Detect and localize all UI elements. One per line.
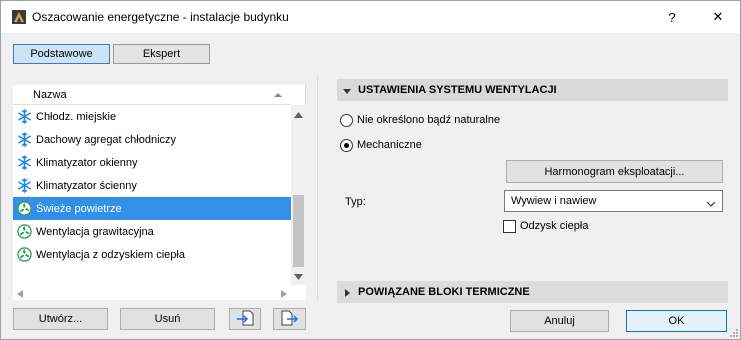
schedule-button[interactable]: Harmonogram eksploatacji... [506, 160, 723, 183]
sort-ascending-icon [273, 90, 283, 100]
window-title: Oszacowanie energetyczne - instalacje bu… [32, 10, 289, 24]
list-item[interactable]: Chłodz. miejskie [13, 105, 291, 128]
snowflake-icon [16, 109, 32, 125]
chevron-down-icon [706, 198, 716, 207]
title-bar: Oszacowanie energetyczne - instalacje bu… [1, 1, 740, 33]
list-item[interactable]: Klimatyzator okienny [13, 151, 291, 174]
radio-none-natural[interactable]: Nie określono bądź naturalne [340, 112, 500, 128]
heat-recovery-checkbox[interactable] [503, 219, 516, 233]
ventilation-section-title: USTAWIENIA SYSTEMU WENTYLACJI [358, 84, 557, 96]
export-button[interactable] [273, 308, 306, 330]
import-icon [236, 310, 254, 329]
app-icon [12, 10, 26, 24]
radio-mechanical[interactable]: Mechaniczne [340, 137, 422, 153]
heat-recovery-label: Odzysk ciepła [520, 220, 589, 232]
dialog-window: Oszacowanie energetyczne - instalacje bu… [0, 0, 741, 340]
snowflake-icon [16, 155, 32, 171]
scroll-down-icon[interactable] [294, 271, 303, 280]
type-select-value: Wywiew i nawiew [511, 195, 597, 207]
export-icon [281, 310, 299, 329]
import-button[interactable] [229, 308, 261, 330]
cancel-button[interactable]: Anuluj [510, 310, 609, 332]
panel-separator [317, 76, 318, 301]
list-item[interactable]: Dachowy agregat chłodniczy [13, 128, 291, 151]
scroll-thumb[interactable] [293, 195, 304, 267]
tab-expert[interactable]: Ekspert [113, 44, 210, 64]
radio-none-label: Nie określono bądź naturalne [357, 114, 501, 126]
vertical-scrollbar[interactable] [291, 105, 306, 285]
ventilation-section-header[interactable]: USTAWIENIA SYSTEMU WENTYLACJI [337, 79, 728, 101]
list-item[interactable]: Wentylacja grawitacyjna [13, 220, 291, 243]
radio-button-unchecked[interactable] [340, 113, 353, 127]
list-item-label: Wentylacja z odzyskiem ciepła [36, 248, 185, 261]
list-item-label: Chłodz. miejskie [36, 110, 117, 123]
collapsed-triangle-icon [343, 288, 351, 297]
radio-mechanical-label: Mechaniczne [357, 139, 422, 151]
fan-icon [16, 247, 32, 263]
list-item-label: Wentylacja grawitacyjna [36, 225, 154, 238]
help-button[interactable]: ? [649, 1, 695, 33]
scroll-right-icon[interactable] [281, 289, 287, 298]
expanded-triangle-icon [343, 86, 351, 94]
create-button[interactable]: Utwórz... [13, 308, 108, 330]
fan-icon [16, 224, 32, 240]
radio-button-checked[interactable] [340, 138, 353, 152]
heat-recovery-option[interactable]: Odzysk ciepła [503, 219, 588, 233]
type-label: Typ: [345, 196, 366, 208]
system-list: Nazwa Chłodz. miejskie Dachowy agregat c… [13, 85, 306, 300]
list-item-label: Świeże powietrze [36, 202, 122, 215]
list-item-label: Dachowy agregat chłodniczy [36, 133, 177, 146]
resize-grip-icon[interactable] [729, 328, 739, 338]
horizontal-scrollbar[interactable] [13, 285, 306, 300]
list-header[interactable]: Nazwa [13, 85, 291, 105]
list-item-label: Klimatyzator okienny [36, 156, 138, 169]
tab-basic[interactable]: Podstawowe [13, 44, 110, 64]
snowflake-icon [16, 178, 32, 194]
snowflake-icon [16, 132, 32, 148]
list-item[interactable]: Wentylacja z odzyskiem ciepła [13, 243, 291, 266]
close-button[interactable]: ✕ [695, 1, 741, 33]
thermal-section-title: POWIĄZANE BLOKI TERMICZNE [358, 286, 530, 298]
scroll-left-icon[interactable] [17, 289, 23, 298]
type-select[interactable]: Wywiew i nawiew [504, 190, 723, 212]
fan-icon [16, 201, 32, 217]
list-item-label: Klimatyzator ścienny [36, 179, 137, 192]
delete-button[interactable]: Usuń [120, 308, 215, 330]
column-header-name[interactable]: Nazwa [33, 89, 67, 101]
list-item[interactable]: Świeże powietrze [13, 197, 291, 220]
list-item[interactable]: Klimatyzator ścienny [13, 174, 291, 197]
scroll-up-icon[interactable] [294, 109, 303, 118]
ok-button[interactable]: OK [626, 310, 727, 332]
thermal-blocks-section-header[interactable]: POWIĄZANE BLOKI TERMICZNE [337, 281, 728, 303]
